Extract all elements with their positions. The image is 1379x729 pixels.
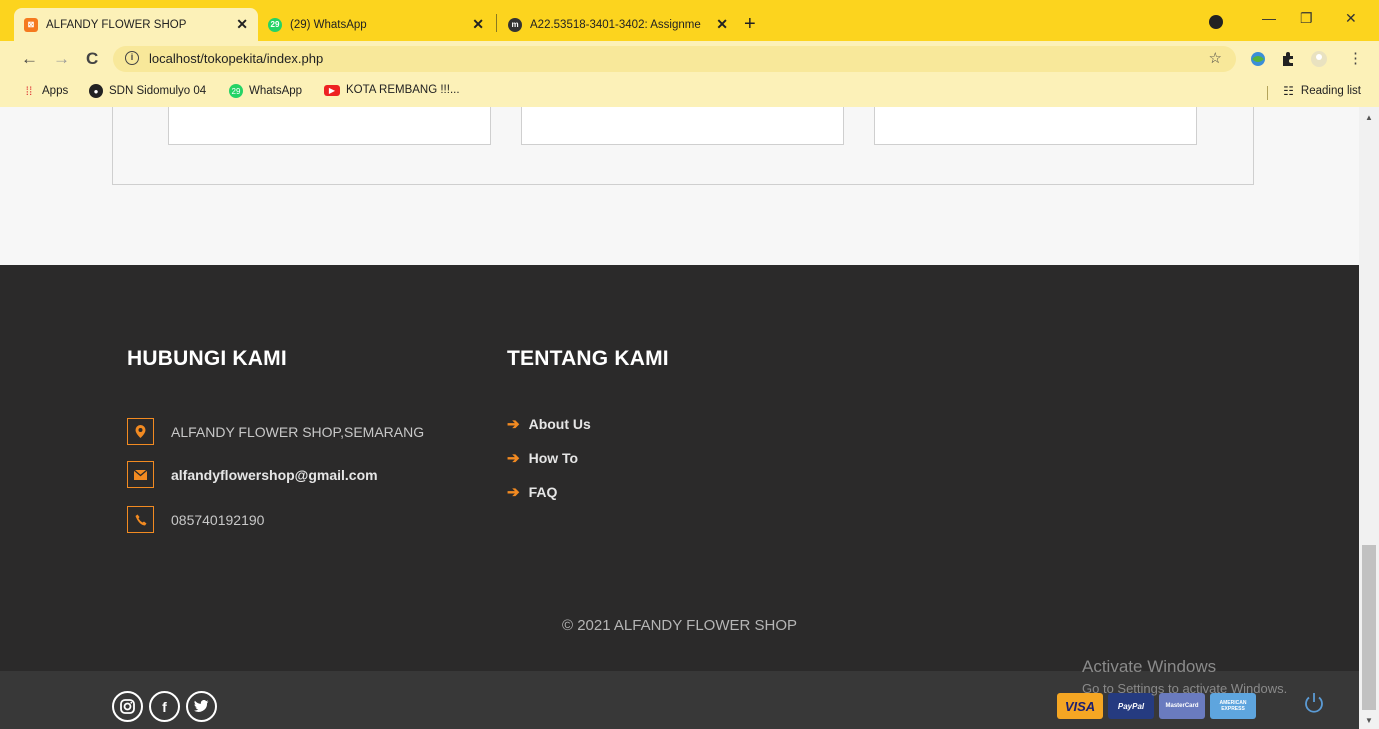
profile-avatar-icon[interactable] <box>1311 51 1327 67</box>
globe-icon: ● <box>89 84 103 98</box>
phone-row: 085740192190 <box>127 506 264 533</box>
address-row: ALFANDY FLOWER SHOP,SEMARANG <box>127 418 424 445</box>
tab-alfandy[interactable]: ⊠ ALFANDY FLOWER SHOP ✕ <box>14 8 258 41</box>
tab-title: (29) WhatsApp <box>290 18 367 31</box>
bookmark-whatsapp[interactable]: 29 WhatsApp <box>229 84 302 98</box>
tab-title: ALFANDY FLOWER SHOP <box>46 18 187 31</box>
vertical-scrollbar[interactable]: ▲ ▼ <box>1359 107 1379 729</box>
page-viewport: HUBUNGI KAMI TENTANG KAMI ALFANDY FLOWER… <box>0 107 1359 729</box>
product-card[interactable] <box>874 107 1197 145</box>
xampp-favicon-icon: ⊠ <box>24 17 38 32</box>
footer-bottom-bar: f VISA PayPal MasterCard AMERICAN EXPRES… <box>0 671 1359 729</box>
footer-link-howto[interactable]: ➔ How To <box>507 449 578 467</box>
tab-title: A22.53518-3401-3402: Assignme <box>530 18 701 31</box>
facebook-icon[interactable]: f <box>149 691 180 722</box>
email-row: alfandyflowershop@gmail.com <box>127 461 378 488</box>
tab-assignment[interactable]: m A22.53518-3401-3402: Assignme ✕ <box>498 8 738 41</box>
scroll-thumb[interactable] <box>1362 545 1376 710</box>
about-heading: TENTANG KAMI <box>507 347 669 370</box>
map-marker-icon <box>127 418 154 445</box>
url-text: localhost/tokopekita/index.php <box>149 51 324 66</box>
extensions-puzzle-icon[interactable] <box>1280 51 1296 67</box>
tab-whatsapp[interactable]: 29 (29) WhatsApp ✕ <box>258 8 494 41</box>
link-label: FAQ <box>528 484 558 500</box>
email-text[interactable]: alfandyflowershop@gmail.com <box>171 467 378 483</box>
product-panel <box>112 107 1254 185</box>
close-icon[interactable]: ✕ <box>716 16 728 33</box>
power-icon[interactable] <box>1302 691 1326 715</box>
tab-divider <box>496 14 497 32</box>
scroll-up-arrow-icon[interactable]: ▲ <box>1365 113 1373 122</box>
contact-heading: HUBUNGI KAMI <box>127 347 287 370</box>
reading-list-label: Reading list <box>1300 85 1361 97</box>
reading-list-button[interactable]: ☷ Reading list <box>1283 84 1361 98</box>
instagram-icon[interactable] <box>112 691 143 722</box>
amex-logo: AMERICAN EXPRESS <box>1210 693 1256 719</box>
reload-icon[interactable]: C <box>86 49 98 69</box>
bookmark-divider <box>1267 86 1268 100</box>
link-label: About Us <box>528 416 591 432</box>
whatsapp-favicon-icon: 29 <box>268 17 282 32</box>
minimize-button[interactable]: — <box>1262 10 1276 26</box>
moodle-favicon-icon: m <box>508 17 522 32</box>
envelope-icon <box>127 461 154 488</box>
link-label: How To <box>528 450 579 466</box>
site-footer: HUBUNGI KAMI TENTANG KAMI ALFANDY FLOWER… <box>0 265 1359 671</box>
address-text: ALFANDY FLOWER SHOP,SEMARANG <box>171 423 425 440</box>
paypal-logo: PayPal <box>1108 693 1154 719</box>
info-icon[interactable]: i <box>125 51 139 65</box>
forward-icon[interactable]: → <box>53 49 70 69</box>
product-card[interactable] <box>521 107 844 145</box>
tab-bar: ⊠ ALFANDY FLOWER SHOP ✕ 29 (29) WhatsApp… <box>0 0 1379 41</box>
bookmark-label: SDN Sidomulyo 04 <box>109 85 207 97</box>
bookmark-label: WhatsApp <box>249 85 303 97</box>
copyright-text: © 2021 ALFANDY FLOWER SHOP <box>561 617 798 634</box>
product-card[interactable] <box>168 107 491 145</box>
restore-button[interactable]: ❐ <box>1300 10 1313 27</box>
bookmark-label: Apps <box>42 85 69 97</box>
address-bar: ← → C i localhost/tokopekita/index.php ☆… <box>0 41 1379 77</box>
phone-text: 085740192190 <box>171 511 265 528</box>
scroll-down-arrow-icon[interactable]: ▼ <box>1365 716 1373 725</box>
activate-windows-title: Activate Windows <box>1082 657 1217 676</box>
profile-status-icon[interactable] <box>1209 15 1223 29</box>
whatsapp-icon: 29 <box>229 84 243 98</box>
url-field[interactable]: i localhost/tokopekita/index.php ☆ <box>113 46 1236 72</box>
arrow-right-icon: ➔ <box>507 416 520 433</box>
arrow-right-icon: ➔ <box>507 450 520 467</box>
bookmark-label: KOTA REMBANG !!!... <box>346 84 460 96</box>
mastercard-logo: MasterCard <box>1159 693 1205 719</box>
activate-windows-subtitle: Go to Settings to activate Windows. <box>1082 681 1288 696</box>
arrow-right-icon: ➔ <box>507 484 520 501</box>
apps-grid-icon: ⁞⁞ <box>25 84 33 98</box>
menu-kebab-icon[interactable]: ⋮ <box>1348 49 1363 67</box>
youtube-icon: ▶ <box>324 84 340 96</box>
phone-icon <box>127 506 154 533</box>
reading-list-icon: ☷ <box>1283 84 1294 98</box>
bookmark-apps[interactable]: ⁞⁞ Apps <box>22 84 69 98</box>
visa-logo: VISA <box>1057 693 1103 719</box>
bookmark-sdn[interactable]: ● SDN Sidomulyo 04 <box>89 84 206 98</box>
bookmark-kota-rembang[interactable]: ▶ KOTA REMBANG !!!... <box>324 84 460 96</box>
close-icon[interactable]: ✕ <box>236 16 248 33</box>
back-icon[interactable]: ← <box>21 49 38 69</box>
twitter-icon[interactable] <box>186 691 217 722</box>
footer-link-faq[interactable]: ➔ FAQ <box>507 483 557 501</box>
bookmarks-bar: ⁞⁞ Apps ● SDN Sidomulyo 04 29 WhatsApp ▶… <box>0 77 1379 107</box>
bookmark-star-icon[interactable]: ☆ <box>1209 49 1222 67</box>
close-icon[interactable]: ✕ <box>472 16 484 33</box>
new-tab-button[interactable]: + <box>744 14 756 34</box>
footer-link-about[interactable]: ➔ About Us <box>507 415 591 433</box>
close-window-button[interactable]: ✕ <box>1345 10 1357 27</box>
extension-globe-icon[interactable] <box>1250 51 1266 67</box>
